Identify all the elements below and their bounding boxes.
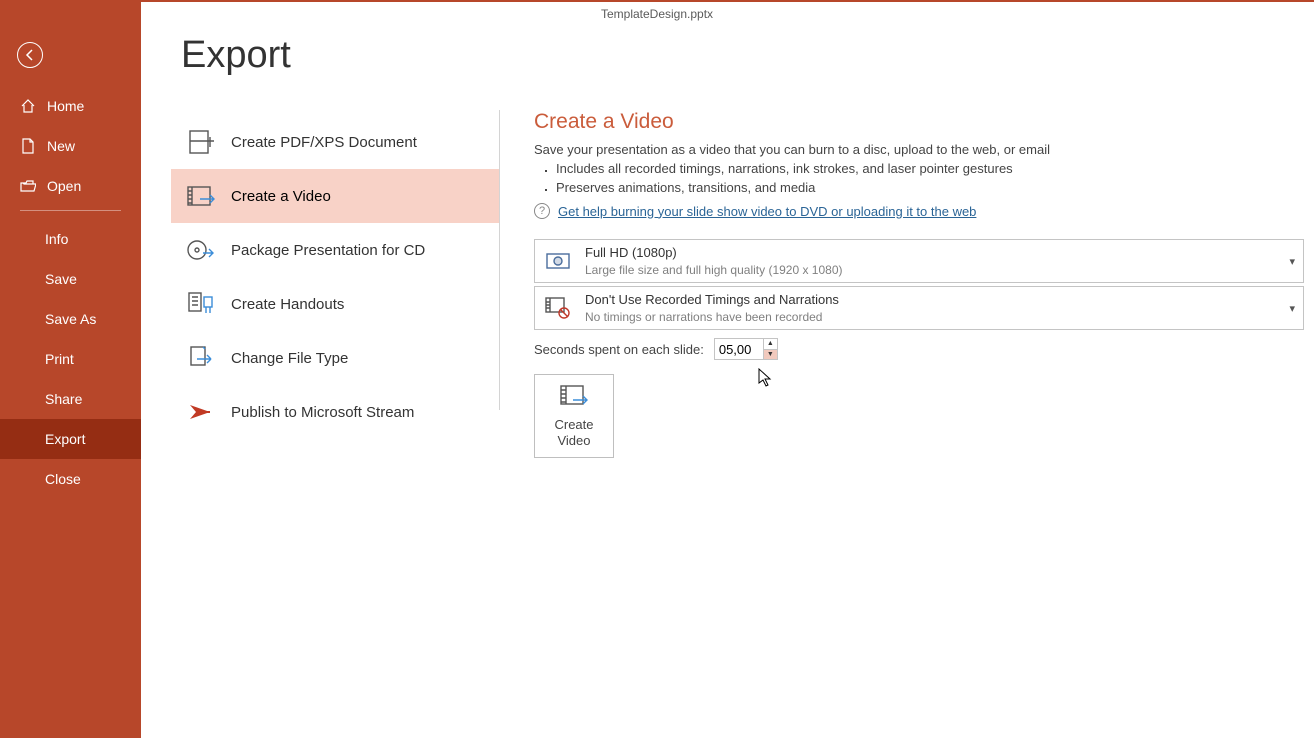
help-icon: ? xyxy=(534,203,550,219)
export-create-video[interactable]: Create a Video xyxy=(171,169,500,223)
feature-bullets: Includes all recorded timings, narration… xyxy=(556,161,1304,195)
export-label: Change File Type xyxy=(231,350,348,367)
section-title: Create a Video xyxy=(534,110,1304,134)
video-icon xyxy=(181,185,221,207)
export-package-cd[interactable]: Package Presentation for CD xyxy=(171,223,500,277)
spinner-down[interactable]: ▼ xyxy=(763,350,777,360)
seconds-input[interactable] xyxy=(715,339,763,359)
export-label: Create a Video xyxy=(231,188,331,205)
home-icon xyxy=(18,98,38,114)
create-video-icon xyxy=(559,384,589,412)
nav-label: Save xyxy=(45,271,77,287)
nav-new[interactable]: New xyxy=(0,126,141,166)
export-pdf-xps[interactable]: Create PDF/XPS Document xyxy=(171,115,500,169)
export-label: Publish to Microsoft Stream xyxy=(231,404,414,421)
export-detail-pane: Create a Video Save your presentation as… xyxy=(500,2,1314,738)
nav-home[interactable]: Home xyxy=(0,86,141,126)
create-video-label: Create Video xyxy=(554,417,593,448)
pdf-icon xyxy=(181,129,221,155)
chevron-down-icon: ▾ xyxy=(1289,302,1295,315)
export-publish-stream[interactable]: Publish to Microsoft Stream xyxy=(171,385,500,439)
seconds-row: Seconds spent on each slide: ▲ ▼ xyxy=(534,338,1304,360)
dropdown-title: Full HD (1080p) xyxy=(585,244,1289,262)
nav-share[interactable]: Share xyxy=(0,379,141,419)
nav-label: Close xyxy=(45,471,81,487)
bullet-item: Includes all recorded timings, narration… xyxy=(556,161,1304,176)
export-options: Export Create PDF/XPS Document Create a … xyxy=(141,2,499,738)
back-button[interactable] xyxy=(17,42,43,68)
cd-icon xyxy=(181,237,221,263)
backstage-sidebar: Home New Open Info Save Save As Print Sh… xyxy=(0,0,141,738)
timings-dropdown[interactable]: Don't Use Recorded Timings and Narration… xyxy=(534,286,1304,330)
nav-label: New xyxy=(47,138,75,154)
chevron-down-icon: ▾ xyxy=(1289,255,1295,268)
nav-info[interactable]: Info xyxy=(0,219,141,259)
export-label: Package Presentation for CD xyxy=(231,242,425,259)
nav-print[interactable]: Print xyxy=(0,339,141,379)
timings-icon xyxy=(543,297,573,319)
video-quality-dropdown[interactable]: Full HD (1080p) Large file size and full… xyxy=(534,239,1304,283)
create-video-button[interactable]: Create Video xyxy=(534,374,614,458)
export-label: Create PDF/XPS Document xyxy=(231,134,417,151)
nav-label: Save As xyxy=(45,311,96,327)
dropdown-text: Don't Use Recorded Timings and Narration… xyxy=(585,291,1289,325)
dropdown-title: Don't Use Recorded Timings and Narration… xyxy=(585,291,1289,309)
main-area: Export Create PDF/XPS Document Create a … xyxy=(141,2,1314,738)
help-row: ? Get help burning your slide show video… xyxy=(534,203,1304,219)
nav-save[interactable]: Save xyxy=(0,259,141,299)
export-change-type[interactable]: Change File Type xyxy=(171,331,500,385)
help-link[interactable]: Get help burning your slide show video t… xyxy=(558,204,976,219)
section-desc: Save your presentation as a video that y… xyxy=(534,142,1304,157)
dropdown-text: Full HD (1080p) Large file size and full… xyxy=(585,244,1289,278)
handouts-icon xyxy=(181,291,221,317)
page-title: Export xyxy=(181,34,499,77)
seconds-spinner[interactable]: ▲ ▼ xyxy=(714,338,778,360)
nav-label: Open xyxy=(47,178,81,194)
bullet-item: Preserves animations, transitions, and m… xyxy=(556,180,1304,195)
open-icon xyxy=(18,179,38,193)
nav-label: Export xyxy=(45,431,85,447)
quality-icon xyxy=(543,251,573,271)
nav-label: Print xyxy=(45,351,74,367)
new-icon xyxy=(18,138,38,154)
nav-save-as[interactable]: Save As xyxy=(0,299,141,339)
seconds-label: Seconds spent on each slide: xyxy=(534,342,704,357)
nav-label: Home xyxy=(47,98,84,114)
stream-icon xyxy=(181,401,221,423)
nav-open[interactable]: Open xyxy=(0,166,141,206)
nav-export[interactable]: Export xyxy=(0,419,141,459)
nav-close[interactable]: Close xyxy=(0,459,141,499)
spinner-up[interactable]: ▲ xyxy=(763,339,777,350)
export-handouts[interactable]: Create Handouts xyxy=(171,277,500,331)
nav-label: Info xyxy=(45,231,68,247)
dropdown-subtitle: Large file size and full high quality (1… xyxy=(585,262,1289,278)
sidebar-divider xyxy=(20,210,121,211)
nav-label: Share xyxy=(45,391,82,407)
dropdown-subtitle: No timings or narrations have been recor… xyxy=(585,309,1289,325)
export-label: Create Handouts xyxy=(231,296,344,313)
change-type-icon xyxy=(181,345,221,371)
